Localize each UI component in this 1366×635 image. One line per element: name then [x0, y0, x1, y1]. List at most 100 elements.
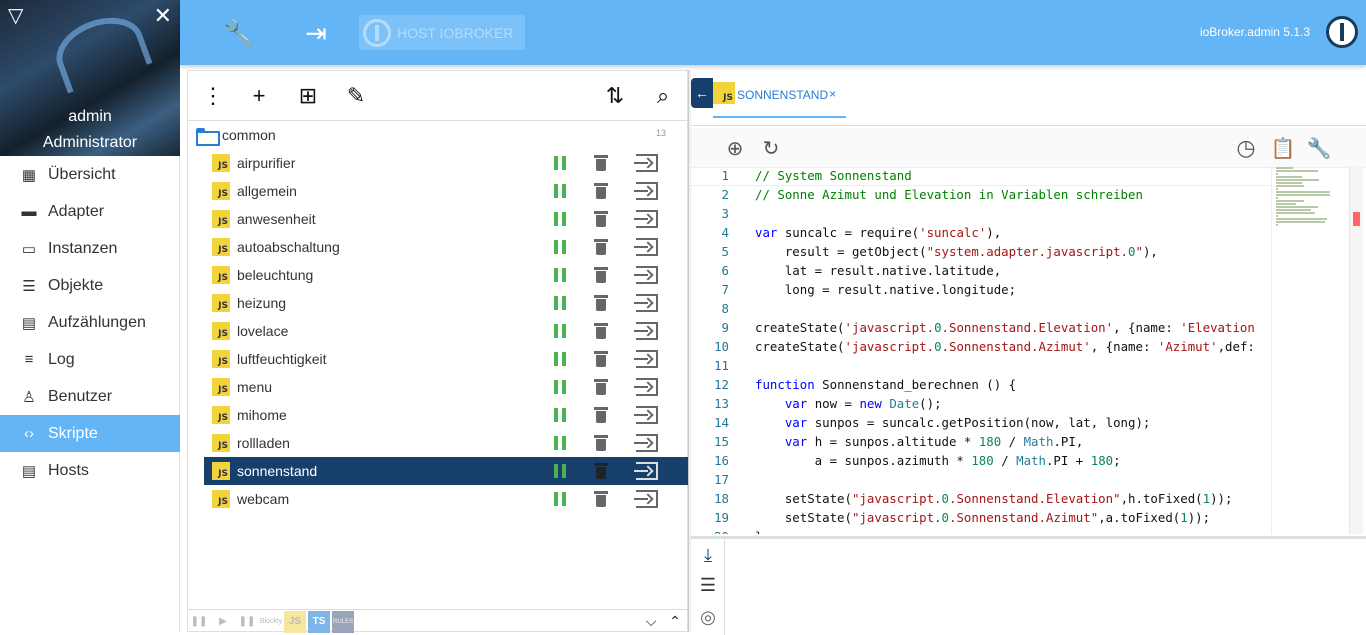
- code-line[interactable]: 4 var suncalc = require('suncalc'),: [691, 223, 1271, 242]
- script-row[interactable]: JS airpurifier: [204, 149, 688, 177]
- script-row-selected[interactable]: JS sonnenstand: [204, 457, 688, 485]
- edit-icon[interactable]: ✎: [343, 83, 369, 109]
- add-folder-icon[interactable]: ⊞: [295, 83, 321, 109]
- sidebar-item-adapter[interactable]: ▬ Adapter: [0, 193, 180, 230]
- script-row[interactable]: JS mihome: [204, 401, 688, 429]
- code-line[interactable]: 11: [691, 356, 1271, 375]
- close-tab-icon[interactable]: ×: [829, 87, 836, 101]
- filter-ts[interactable]: TS: [308, 610, 330, 633]
- code-line[interactable]: 6 lat = result.native.latitude,: [691, 261, 1271, 280]
- export-icon[interactable]: [634, 378, 658, 396]
- scroll-down-icon[interactable]: ⤓: [696, 543, 720, 567]
- logo-triangle-icon[interactable]: ▽: [8, 6, 23, 26]
- pause-icon[interactable]: [554, 436, 566, 450]
- clock-icon[interactable]: ◷: [1234, 135, 1258, 160]
- filter-paused-icon[interactable]: ❚❚: [236, 611, 258, 633]
- pause-icon[interactable]: [554, 464, 566, 478]
- sidebar-item-uebersicht[interactable]: ▦ Übersicht: [0, 156, 180, 193]
- script-row[interactable]: JS luftfeuchtigkeit: [204, 345, 688, 373]
- sidebar-item-objekte[interactable]: ☰ Objekte: [0, 267, 180, 304]
- code-line[interactable]: 10 createState('javascript.0.Sonnenstand.…: [691, 337, 1271, 356]
- trash-icon[interactable]: [594, 182, 608, 199]
- code-line[interactable]: 14 var sunpos = suncalc.getPosition(now,…: [691, 413, 1271, 432]
- tab-sonnenstand[interactable]: JS SONNENSTAND ×: [713, 78, 847, 118]
- export-icon[interactable]: [634, 294, 658, 312]
- pause-icon[interactable]: [554, 296, 566, 310]
- code-line[interactable]: 17: [691, 470, 1271, 489]
- eye-off-icon[interactable]: ◎: [696, 605, 720, 629]
- sort-icon[interactable]: ⇅: [602, 83, 628, 109]
- wrench-icon[interactable]: 🔧: [222, 16, 256, 50]
- trash-icon[interactable]: [594, 378, 608, 395]
- target-icon[interactable]: ⊕: [723, 136, 747, 160]
- clipboard-icon[interactable]: 📋: [1271, 136, 1296, 160]
- add-icon[interactable]: +: [246, 83, 272, 109]
- expand-all-icon[interactable]: ⌃: [664, 611, 686, 633]
- export-icon[interactable]: [634, 210, 658, 228]
- code-line[interactable]: 5 result = getObject("system.adapter.jav…: [691, 242, 1271, 261]
- sidebar-item-aufzaehlungen[interactable]: ▤ Aufzählungen: [0, 304, 180, 341]
- export-icon[interactable]: [634, 238, 658, 256]
- export-icon[interactable]: [634, 322, 658, 340]
- filter-running-icon[interactable]: ❚❚: [188, 611, 210, 633]
- iobroker-logo-icon[interactable]: [1326, 16, 1358, 48]
- pause-icon[interactable]: [554, 324, 566, 338]
- sidebar-item-log[interactable]: ≡ Log: [0, 341, 180, 378]
- restart-icon[interactable]: ↻: [759, 136, 783, 160]
- sidebar-item-skripte[interactable]: ‹› Skripte: [0, 415, 180, 452]
- pause-icon[interactable]: [554, 212, 566, 226]
- trash-icon[interactable]: [594, 406, 608, 423]
- code-line[interactable]: 9 createState('javascript.0.Sonnenstand.E…: [691, 318, 1271, 337]
- pause-icon[interactable]: [554, 408, 566, 422]
- script-row[interactable]: JS webcam: [204, 485, 688, 513]
- code-area[interactable]: 1 // System Sonnenstand 2 // Sonne Azimut u…: [691, 166, 1271, 534]
- pause-icon[interactable]: [554, 184, 566, 198]
- log-list-icon[interactable]: ☰: [696, 573, 720, 597]
- script-row[interactable]: JS anwesenheit: [204, 205, 688, 233]
- script-row[interactable]: JS lovelace: [204, 317, 688, 345]
- back-arrow-icon[interactable]: ←: [691, 78, 713, 108]
- more-vert-icon[interactable]: ⋮: [200, 83, 226, 109]
- folder-row[interactable]: common 13: [188, 123, 688, 147]
- code-line[interactable]: 3: [691, 204, 1271, 223]
- trash-icon[interactable]: [594, 490, 608, 507]
- collapse-all-icon[interactable]: ⌵: [640, 611, 662, 633]
- code-line[interactable]: 12 function Sonnenstand_berechnen () {: [691, 375, 1271, 394]
- sidebar-item-hosts[interactable]: ▤ Hosts: [0, 452, 180, 489]
- script-row[interactable]: JS menu: [204, 373, 688, 401]
- trash-icon[interactable]: [594, 350, 608, 367]
- pause-icon[interactable]: [554, 156, 566, 170]
- code-line[interactable]: 18 setState("javascript.0.Sonnenstand.El…: [691, 489, 1271, 508]
- trash-icon[interactable]: [594, 266, 608, 283]
- script-row[interactable]: JS heizung: [204, 289, 688, 317]
- export-icon[interactable]: [634, 434, 658, 452]
- script-row[interactable]: JS autoabschaltung: [204, 233, 688, 261]
- code-line[interactable]: 7 long = result.native.longitude;: [691, 280, 1271, 299]
- code-minimap[interactable]: [1271, 166, 1346, 534]
- export-icon[interactable]: [634, 154, 658, 172]
- export-icon[interactable]: [634, 406, 658, 424]
- export-icon[interactable]: [634, 490, 658, 508]
- code-line[interactable]: 2 // Sonne Azimut und Elevation in Variab…: [691, 185, 1271, 204]
- filter-play-icon[interactable]: ▶: [212, 611, 234, 633]
- code-line[interactable]: 13 var now = new Date();: [691, 394, 1271, 413]
- pause-icon[interactable]: [554, 492, 566, 506]
- close-sidebar-icon[interactable]: ✕: [154, 4, 172, 28]
- wrench-icon[interactable]: 🔧: [1307, 136, 1332, 160]
- script-row[interactable]: JS rollladen: [204, 429, 688, 457]
- script-row[interactable]: JS beleuchtung: [204, 261, 688, 289]
- trash-icon[interactable]: [594, 434, 608, 451]
- pause-icon[interactable]: [554, 380, 566, 394]
- pause-icon[interactable]: [554, 240, 566, 254]
- filter-blockly[interactable]: Blockly: [260, 611, 282, 633]
- code-line[interactable]: 1 // System Sonnenstand: [691, 166, 1271, 186]
- trash-icon[interactable]: [594, 238, 608, 255]
- trash-icon[interactable]: [594, 462, 608, 479]
- filter-js[interactable]: JS: [284, 610, 306, 633]
- host-button[interactable]: HOST IOBROKER: [359, 15, 525, 50]
- export-icon[interactable]: [634, 182, 658, 200]
- export-icon[interactable]: [634, 266, 658, 284]
- export-icon[interactable]: [634, 462, 658, 480]
- trash-icon[interactable]: [594, 322, 608, 339]
- sidebar-item-instanzen[interactable]: ▭ Instanzen: [0, 230, 180, 267]
